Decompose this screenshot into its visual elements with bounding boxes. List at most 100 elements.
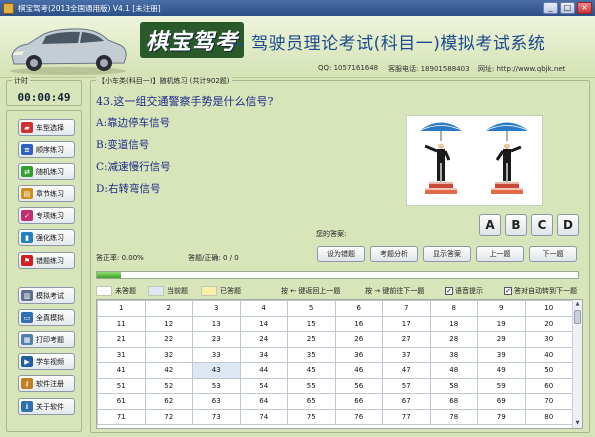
question-cell[interactable]: 50	[524, 362, 573, 379]
question-cell[interactable]: 28	[429, 331, 478, 348]
scroll-thumb[interactable]	[574, 310, 581, 324]
question-cell[interactable]: 61	[97, 393, 146, 410]
sidebar-item-13[interactable]: i 关于软件	[18, 398, 75, 415]
sidebar-item-2[interactable]: ≡ 顺序练习	[18, 141, 75, 158]
question-cell[interactable]: 21	[97, 331, 146, 348]
sidebar-item-10[interactable]: ▦ 打印考题	[18, 331, 75, 348]
question-cell[interactable]: 72	[144, 408, 193, 425]
question-cell[interactable]: 56	[334, 377, 383, 394]
question-cell[interactable]: 13	[192, 315, 241, 332]
next-question-button[interactable]: 下一题	[529, 246, 577, 262]
analysis-button[interactable]: 考题分析	[370, 246, 418, 262]
autonext-check-icon[interactable]: ✓	[504, 287, 512, 295]
question-cell[interactable]: 24	[239, 331, 288, 348]
question-cell[interactable]: 29	[477, 331, 526, 348]
question-cell[interactable]: 62	[144, 393, 193, 410]
question-cell[interactable]: 37	[382, 346, 431, 363]
question-cell[interactable]: 25	[287, 331, 336, 348]
question-cell[interactable]: 14	[239, 315, 288, 332]
sidebar-item-8[interactable]: ▥ 模拟考试	[18, 287, 75, 304]
question-cell[interactable]: 33	[192, 346, 241, 363]
question-cell[interactable]: 46	[334, 362, 383, 379]
question-cell[interactable]: 42	[144, 362, 193, 379]
voice-check-icon[interactable]: ✓	[445, 287, 453, 295]
autonext-checkbox[interactable]: ✓ 答对自动转到下一题	[504, 285, 577, 297]
question-cell[interactable]: 74	[239, 408, 288, 425]
sidebar-item-11[interactable]: ▶ 学车视频	[18, 353, 75, 370]
question-cell[interactable]: 36	[334, 346, 383, 363]
question-cell[interactable]: 65	[287, 393, 336, 410]
question-cell[interactable]: 58	[429, 377, 478, 394]
question-cell[interactable]: 31	[97, 346, 146, 363]
question-cell[interactable]: 53	[192, 377, 241, 394]
question-cell[interactable]: 5	[287, 300, 336, 317]
question-cell[interactable]: 47	[382, 362, 431, 379]
question-cell[interactable]: 10	[524, 300, 573, 317]
sidebar-item-1[interactable]: ▰ 车型选择	[18, 119, 75, 136]
question-cell[interactable]: 20	[524, 315, 573, 332]
question-cell[interactable]: 4	[239, 300, 288, 317]
question-cell[interactable]: 23	[192, 331, 241, 348]
sidebar-item-5[interactable]: ✓ 专项练习	[18, 207, 75, 224]
question-cell[interactable]: 69	[477, 393, 526, 410]
sidebar-item-3[interactable]: ⇄ 随机练习	[18, 163, 75, 180]
question-cell[interactable]: 40	[524, 346, 573, 363]
question-cell[interactable]: 15	[287, 315, 336, 332]
question-cell[interactable]: 7	[382, 300, 431, 317]
question-cell[interactable]: 48	[429, 362, 478, 379]
scroll-down-icon[interactable]: ▼	[573, 419, 582, 428]
question-cell[interactable]: 30	[524, 331, 573, 348]
option-b[interactable]: B:变道信号	[96, 137, 149, 152]
website-link[interactable]: 网址: http://www.qbjk.net	[478, 64, 565, 74]
question-cell[interactable]: 66	[334, 393, 383, 410]
question-cell[interactable]: 19	[477, 315, 526, 332]
answer-d-button[interactable]: D	[557, 214, 579, 236]
question-cell[interactable]: 8	[429, 300, 478, 317]
question-cell[interactable]: 2	[144, 300, 193, 317]
question-cell[interactable]: 55	[287, 377, 336, 394]
question-cell[interactable]: 49	[477, 362, 526, 379]
question-cell[interactable]: 51	[97, 377, 146, 394]
question-cell[interactable]: 32	[144, 346, 193, 363]
sidebar-item-7[interactable]: ⚑ 错题练习	[18, 252, 75, 269]
sidebar-item-9[interactable]: ▭ 全真模拟	[18, 309, 75, 326]
show-answer-button[interactable]: 显示答案	[423, 246, 471, 262]
prev-question-button[interactable]: 上一题	[476, 246, 524, 262]
question-cell[interactable]: 52	[144, 377, 193, 394]
option-d[interactable]: D:右转弯信号	[96, 181, 160, 196]
maximize-button[interactable]: □	[560, 2, 575, 14]
question-cell[interactable]: 70	[524, 393, 573, 410]
question-cell[interactable]: 64	[239, 393, 288, 410]
option-a[interactable]: A:靠边停车信号	[96, 115, 170, 130]
question-cell[interactable]: 12	[144, 315, 193, 332]
question-cell[interactable]: 60	[524, 377, 573, 394]
question-cell[interactable]: 44	[239, 362, 288, 379]
question-cell[interactable]: 16	[334, 315, 383, 332]
question-cell[interactable]: 76	[334, 408, 383, 425]
question-cell[interactable]: 41	[97, 362, 146, 379]
answer-a-button[interactable]: A	[479, 214, 501, 236]
question-cell[interactable]: 57	[382, 377, 431, 394]
question-cell[interactable]: 22	[144, 331, 193, 348]
question-cell[interactable]: 68	[429, 393, 478, 410]
question-cell[interactable]: 63	[192, 393, 241, 410]
question-cell[interactable]: 38	[429, 346, 478, 363]
question-cell[interactable]: 34	[239, 346, 288, 363]
answer-b-button[interactable]: B	[505, 214, 527, 236]
question-cell[interactable]: 35	[287, 346, 336, 363]
question-cell[interactable]: 45	[287, 362, 336, 379]
sidebar-item-4[interactable]: ▤ 章节练习	[18, 185, 75, 202]
question-cell[interactable]: 71	[97, 408, 146, 425]
sidebar-item-12[interactable]: ⚷ 软件注册	[18, 375, 75, 392]
minimize-button[interactable]: _	[543, 2, 558, 14]
question-cell[interactable]: 18	[429, 315, 478, 332]
scroll-up-icon[interactable]: ▲	[573, 300, 582, 309]
grid-scrollbar[interactable]: ▲ ▼	[572, 300, 582, 428]
question-cell[interactable]: 75	[287, 408, 336, 425]
question-cell[interactable]: 43	[192, 362, 241, 379]
question-cell[interactable]: 11	[97, 315, 146, 332]
question-cell[interactable]: 77	[382, 408, 431, 425]
question-cell[interactable]: 3	[192, 300, 241, 317]
sidebar-item-6[interactable]: ▮ 强化练习	[18, 229, 75, 246]
question-cell[interactable]: 6	[334, 300, 383, 317]
